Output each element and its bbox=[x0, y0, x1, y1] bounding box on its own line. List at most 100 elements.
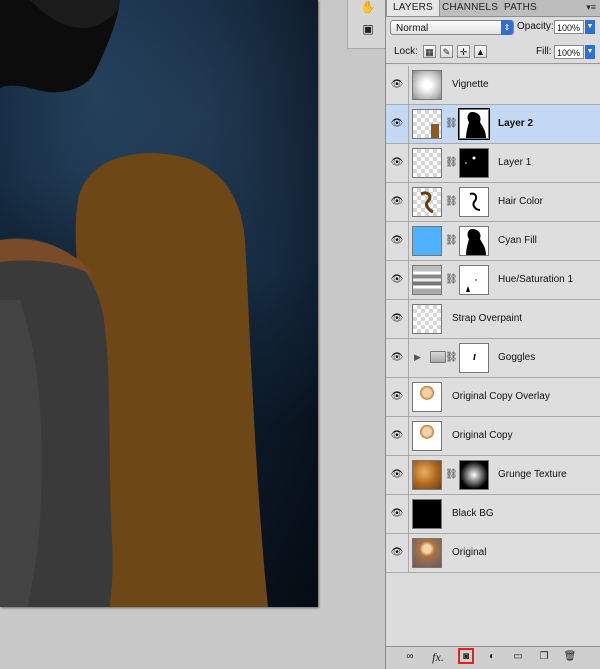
chain-link-icon[interactable]: ⛓ bbox=[445, 236, 458, 246]
layer-row[interactable]: 👁 ⛓ Cyan Fill bbox=[386, 222, 600, 261]
layer-thumbnail[interactable] bbox=[412, 499, 442, 529]
canvas-area[interactable]: ✋ ▣ bbox=[0, 0, 386, 669]
layer-name[interactable]: Black BG bbox=[452, 495, 494, 533]
blend-mode-value: Normal bbox=[396, 23, 429, 34]
layer-name[interactable]: Layer 1 bbox=[498, 144, 531, 182]
panel-tabs: LAYERS CHANNELS PATHS ▾≡ bbox=[386, 0, 600, 17]
layer-row[interactable]: 👁 Original Copy Overlay bbox=[386, 378, 600, 417]
layer-mask-thumbnail[interactable] bbox=[459, 187, 489, 217]
eye-icon[interactable]: 👁 bbox=[386, 378, 409, 416]
eye-icon[interactable]: 👁 bbox=[386, 417, 409, 455]
layer-name[interactable]: Grunge Texture bbox=[498, 456, 567, 494]
eye-icon[interactable]: 👁 bbox=[386, 144, 409, 182]
chain-link-icon[interactable]: ⛓ bbox=[445, 158, 458, 168]
tool-strip: ✋ ▣ bbox=[347, 0, 386, 49]
layers-bottom-bar: ∞ fx. ◙ ◐ ▭ ❐ 🗑 bbox=[386, 646, 600, 669]
eye-icon[interactable]: 👁 bbox=[386, 66, 409, 104]
layer-mask-thumbnail[interactable] bbox=[459, 265, 489, 295]
layer-name[interactable]: Original bbox=[452, 534, 486, 572]
layer-name[interactable]: Strap Overpaint bbox=[452, 300, 522, 338]
layer-thumbnail[interactable] bbox=[412, 226, 442, 256]
chain-link-icon[interactable]: ⛓ bbox=[445, 119, 458, 129]
layer-thumbnail[interactable] bbox=[412, 187, 442, 217]
eye-icon[interactable]: 👁 bbox=[386, 261, 409, 299]
layer-thumbnail[interactable] bbox=[412, 148, 442, 178]
fill-label: Fill: bbox=[536, 46, 552, 57]
tab-paths[interactable]: PATHS bbox=[498, 0, 543, 16]
layer-row[interactable]: 👁 Strap Overpaint bbox=[386, 300, 600, 339]
layer-mask-thumbnail[interactable] bbox=[459, 226, 489, 256]
layer-thumbnail[interactable] bbox=[412, 265, 442, 295]
layer-row[interactable]: 👁 Vignette bbox=[386, 66, 600, 105]
layer-name[interactable]: Cyan Fill bbox=[498, 222, 537, 260]
trash-icon[interactable]: 🗑 bbox=[562, 650, 578, 664]
layer-thumbnail[interactable] bbox=[412, 538, 442, 568]
blend-mode-select[interactable]: Normal ⇕ bbox=[390, 20, 514, 35]
layer-name[interactable]: Original Copy bbox=[452, 417, 513, 455]
layer-thumbnail[interactable] bbox=[412, 460, 442, 490]
opacity-field[interactable]: 100% bbox=[554, 20, 584, 34]
layer-thumbnail[interactable] bbox=[412, 382, 442, 412]
layer-name[interactable]: Vignette bbox=[452, 66, 489, 104]
eye-icon[interactable]: 👁 bbox=[386, 183, 409, 221]
chain-link-icon[interactable]: ⛓ bbox=[445, 470, 458, 480]
layer-row[interactable]: 👁 ⛓ Layer 2 bbox=[386, 105, 600, 144]
layer-name[interactable]: Hair Color bbox=[498, 183, 543, 221]
new-layer-icon[interactable]: ❐ bbox=[536, 650, 552, 664]
eye-icon[interactable]: 👁 bbox=[386, 105, 409, 143]
opacity-dropdown-icon[interactable]: ▼ bbox=[585, 20, 595, 34]
opacity-label: Opacity: bbox=[517, 21, 554, 32]
tab-channels[interactable]: CHANNELS bbox=[436, 0, 504, 16]
chain-link-icon[interactable]: ⛓ bbox=[445, 197, 458, 207]
link-layers-icon[interactable]: ∞ bbox=[402, 650, 418, 664]
eye-icon[interactable]: 👁 bbox=[386, 300, 409, 338]
eye-icon[interactable]: 👁 bbox=[386, 456, 409, 494]
adjustment-layer-icon[interactable]: ◐ bbox=[484, 650, 500, 664]
layer-mask-thumbnail[interactable] bbox=[459, 460, 489, 490]
panel-menu-icon[interactable]: ▾≡ bbox=[586, 2, 596, 12]
lock-row: Lock: ▦ ✎ ✛ ▲ Fill: 100% ▼ bbox=[386, 41, 600, 64]
lock-position-icon[interactable]: ✛ bbox=[457, 45, 470, 58]
folder-icon bbox=[430, 351, 446, 363]
blend-row: Normal ⇕ Opacity: 100% ▼ bbox=[386, 18, 600, 40]
layer-row[interactable]: 👁 Black BG bbox=[386, 495, 600, 534]
lock-image-icon[interactable]: ✎ bbox=[440, 45, 453, 58]
hand-tool-icon[interactable]: ✋ bbox=[360, 0, 376, 14]
chain-link-icon[interactable]: ⛓ bbox=[445, 353, 458, 363]
layer-name[interactable]: Original Copy Overlay bbox=[452, 378, 550, 416]
layer-mask-thumbnail[interactable] bbox=[459, 148, 489, 178]
layer-row[interactable]: 👁 Original bbox=[386, 534, 600, 573]
layer-row[interactable]: 👁 ⛓ Layer 1 bbox=[386, 144, 600, 183]
layer-mask-thumbnail[interactable] bbox=[458, 108, 490, 140]
zoom-tool-icon[interactable]: ▣ bbox=[360, 22, 376, 36]
layer-row[interactable]: 👁 Original Copy bbox=[386, 417, 600, 456]
eye-icon[interactable]: 👁 bbox=[386, 222, 409, 260]
layer-row[interactable]: 👁 ⛓ Hair Color bbox=[386, 183, 600, 222]
layer-mask-thumbnail[interactable] bbox=[459, 343, 489, 373]
fill-field[interactable]: 100% bbox=[554, 45, 584, 59]
layer-name[interactable]: Hue/Saturation 1 bbox=[498, 261, 573, 299]
tab-layers[interactable]: LAYERS bbox=[386, 0, 440, 16]
layer-row[interactable]: 👁 ⛓ Grunge Texture bbox=[386, 456, 600, 495]
layer-thumbnail[interactable] bbox=[412, 109, 442, 139]
disclosure-triangle-icon[interactable]: ▶ bbox=[414, 352, 421, 363]
layer-thumbnail[interactable] bbox=[412, 421, 442, 451]
chevron-updown-icon[interactable]: ⇕ bbox=[501, 20, 513, 35]
layer-thumbnail[interactable] bbox=[412, 70, 442, 100]
layer-row[interactable]: 👁 ⛓ Hue/Saturation 1 bbox=[386, 261, 600, 300]
layer-row[interactable]: 👁 ▶ ⛓ Goggles bbox=[386, 339, 600, 378]
chain-link-icon[interactable]: ⛓ bbox=[445, 275, 458, 285]
eye-icon[interactable]: 👁 bbox=[386, 339, 409, 377]
eye-icon[interactable]: 👁 bbox=[386, 534, 409, 572]
lock-transparent-icon[interactable]: ▦ bbox=[423, 45, 436, 58]
lock-all-icon[interactable]: ▲ bbox=[474, 45, 487, 58]
layer-thumbnail[interactable] bbox=[412, 304, 442, 334]
fx-icon[interactable]: fx. bbox=[430, 650, 446, 664]
eye-icon[interactable]: 👁 bbox=[386, 495, 409, 533]
new-group-icon[interactable]: ▭ bbox=[510, 650, 526, 664]
layer-name[interactable]: Goggles bbox=[498, 339, 535, 377]
fill-dropdown-icon[interactable]: ▼ bbox=[585, 45, 595, 59]
document-canvas[interactable] bbox=[0, 0, 318, 607]
layer-name[interactable]: Layer 2 bbox=[498, 105, 533, 143]
add-mask-icon[interactable]: ◙ bbox=[458, 648, 474, 664]
